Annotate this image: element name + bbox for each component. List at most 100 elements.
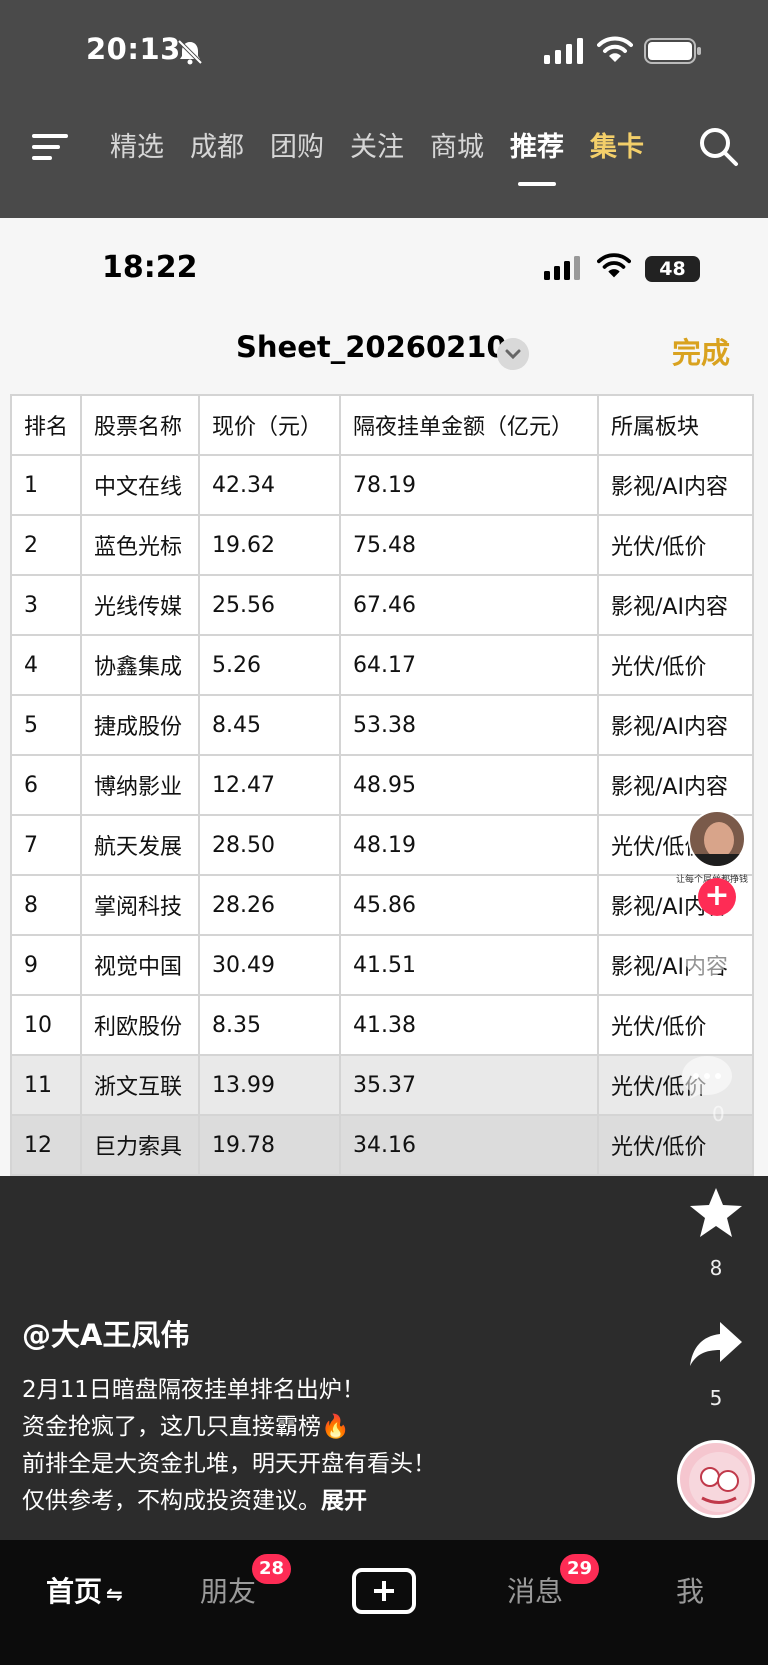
rank-cell: 2 — [10, 514, 82, 576]
tab-group-buy[interactable]: 团购 — [270, 126, 324, 170]
amount-cell: 48.95 — [339, 754, 599, 816]
stock-name-cell: 巨力索具 — [80, 1114, 200, 1176]
price-cell: 42.34 — [198, 454, 341, 516]
nav-friends[interactable]: 朋友 — [200, 1570, 256, 1610]
comment-count: 0 — [712, 1102, 725, 1126]
author-avatar[interactable] — [688, 810, 746, 868]
messages-badge: 29 — [560, 1554, 600, 1584]
price-cell: 13.99 — [198, 1054, 341, 1116]
rank-cell: 9 — [10, 934, 82, 996]
bottom-navigation: 首页 ⇋ 朋友 28 消息 29 我 — [0, 1540, 768, 1665]
description-line: 资金抢疯了，这几只直接霸榜🔥 — [22, 1414, 350, 1440]
sector-cell: 光伏/低价 — [597, 514, 754, 576]
table-row: 8 掌阅科技 28.26 45.86 影视/AI内容 — [10, 874, 754, 936]
description-line: 前排全是大资金扎堆，明天开盘有看头！ — [22, 1451, 436, 1477]
table-row: 10 利欧股份 8.35 41.38 光伏/低价 — [10, 994, 754, 1056]
friends-badge: 28 — [252, 1554, 292, 1584]
follow-button[interactable]: + — [698, 878, 736, 916]
table-row: 7 航天发展 28.50 48.19 光伏/低价 — [10, 814, 754, 876]
inner-status-time: 18:22 — [102, 250, 198, 285]
music-disc-icon[interactable] — [677, 1440, 755, 1518]
price-cell: 5.26 — [198, 634, 341, 696]
search-icon[interactable] — [698, 126, 740, 168]
share-icon[interactable] — [688, 1318, 744, 1370]
tab-collect-cards[interactable]: 集卡 — [590, 126, 644, 170]
video-content-screenshot[interactable]: 18:22 48 Sheet_20260210 完成 排名 股票名称 现价（元）… — [0, 218, 768, 1176]
stock-name-cell: 利欧股份 — [80, 994, 200, 1056]
tab-chengdu[interactable]: 成都 — [190, 126, 244, 170]
table-row: 11 浙文互联 13.99 35.37 光伏/低价 — [10, 1054, 754, 1116]
rank-cell: 11 — [10, 1054, 82, 1116]
price-cell: 19.78 — [198, 1114, 341, 1176]
amount-cell: 64.17 — [339, 634, 599, 696]
rank-cell: 12 — [10, 1114, 82, 1176]
nav-home[interactable]: 首页 ⇋ — [46, 1570, 123, 1610]
amount-cell: 41.38 — [339, 994, 599, 1056]
sector-cell: 影视/AI内容 — [597, 754, 754, 816]
sticker-illustration-icon — [689, 1452, 749, 1512]
rank-cell: 10 — [10, 994, 82, 1056]
inner-wifi-icon — [597, 253, 631, 278]
nav-messages[interactable]: 消息 — [507, 1570, 563, 1610]
amount-cell: 34.16 — [339, 1114, 599, 1176]
table-row: 3 光线传媒 25.56 67.46 影视/AI内容 — [10, 574, 754, 636]
create-post-button[interactable] — [352, 1568, 416, 1614]
share-count: 5 — [709, 1386, 723, 1410]
table-row: 9 视觉中国 30.49 41.51 影视/AI内容 — [10, 934, 754, 996]
nav-me[interactable]: 我 — [676, 1570, 704, 1610]
price-cell: 28.26 — [198, 874, 341, 936]
expand-link[interactable]: 展开 — [321, 1488, 367, 1514]
sector-cell: 光伏/低价 — [597, 1114, 754, 1176]
price-cell: 12.47 — [198, 754, 341, 816]
tab-recommended[interactable]: 推荐 — [510, 126, 564, 186]
price-cell: 28.50 — [198, 814, 341, 876]
description-last-line: 仅供参考，不构成投资建议。 — [22, 1488, 321, 1514]
table-row: 1 中文在线 42.34 78.19 影视/AI内容 — [10, 454, 754, 516]
price-cell: 30.49 — [198, 934, 341, 996]
stock-name-cell: 光线传媒 — [80, 574, 200, 636]
rank-cell: 8 — [10, 874, 82, 936]
table-header-row: 排名 股票名称 现价（元） 隔夜挂单金额（亿元） 所属板块 — [10, 394, 754, 456]
table-row: 12 巨力索具 19.78 34.16 光伏/低价 — [10, 1114, 754, 1176]
table-row: 4 协鑫集成 5.26 64.17 光伏/低价 — [10, 634, 754, 696]
header-cell: 隔夜挂单金额（亿元） — [339, 394, 599, 456]
stock-ranking-table: 排名 股票名称 现价（元） 隔夜挂单金额（亿元） 所属板块 1 中文在线 42.34… — [10, 394, 754, 1176]
tab-featured[interactable]: 精选 — [110, 126, 164, 170]
author-name[interactable]: @大A王凤伟 — [22, 1312, 189, 1354]
header-cell: 股票名称 — [80, 394, 200, 456]
header-cell: 所属板块 — [597, 394, 754, 456]
tab-following[interactable]: 关注 — [350, 126, 404, 170]
description-line: 2月11日暗盘隔夜挂单排名出炉！ — [22, 1377, 365, 1403]
favorite-star-icon[interactable] — [688, 1186, 744, 1240]
sector-cell: 影视/AI内容 — [597, 694, 754, 756]
battery-icon — [644, 38, 701, 64]
chevron-down-icon — [497, 338, 529, 370]
amount-cell: 41.51 — [339, 934, 599, 996]
menu-icon[interactable] — [30, 130, 70, 164]
amount-cell: 35.37 — [339, 1054, 599, 1116]
amount-cell: 45.86 — [339, 874, 599, 936]
stock-name-cell: 浙文互联 — [80, 1054, 200, 1116]
header-cell: 现价（元） — [198, 394, 341, 456]
sheet-title: Sheet_20260210 — [236, 330, 507, 364]
rank-cell: 6 — [10, 754, 82, 816]
bell-muted-icon — [177, 39, 203, 65]
status-bar: 20:13 — [0, 0, 768, 100]
stock-name-cell: 蓝色光标 — [80, 514, 200, 576]
amount-cell: 78.19 — [339, 454, 599, 516]
tab-mall[interactable]: 商城 — [430, 126, 484, 170]
post-description: 2月11日暗盘隔夜挂单排名出炉！ 资金抢疯了，这几只直接霸榜🔥 前排全是大资金扎… — [22, 1372, 436, 1520]
table-row: 2 蓝色光标 19.62 75.48 光伏/低价 — [10, 514, 754, 576]
rank-cell: 7 — [10, 814, 82, 876]
rank-cell: 5 — [10, 694, 82, 756]
amount-cell: 67.46 — [339, 574, 599, 636]
comment-icon[interactable] — [680, 1054, 734, 1100]
stock-name-cell: 视觉中国 — [80, 934, 200, 996]
wifi-icon — [597, 36, 633, 62]
like-icon[interactable] — [680, 940, 732, 986]
description-line: 仅供参考，不构成投资建议。展开 — [22, 1483, 436, 1520]
sector-cell: 影视/AI内容 — [597, 574, 754, 636]
inner-battery-icon: 48 — [645, 256, 700, 282]
sector-cell: 光伏/低价 — [597, 634, 754, 696]
amount-cell: 53.38 — [339, 694, 599, 756]
